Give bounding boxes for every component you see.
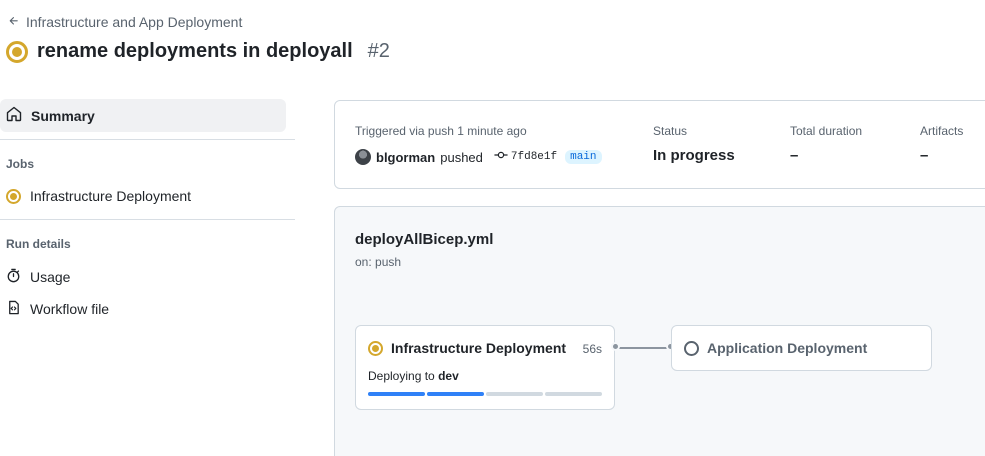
job-header: Infrastructure Deployment	[368, 340, 566, 356]
push-action: pushed	[440, 149, 483, 165]
sidebar-item-infrastructure-deployment[interactable]: Infrastructure Deployment	[6, 188, 191, 204]
run-title: rename deployments in deployall	[37, 40, 353, 62]
run-details-section-label: Run details	[6, 237, 71, 251]
workflow-trigger: on: push	[355, 255, 402, 269]
progress-segment	[545, 392, 602, 396]
sidebar-divider	[0, 139, 295, 140]
user-link[interactable]: blgorman	[376, 150, 435, 165]
duration-value: –	[790, 147, 799, 164]
sidebar-item-summary[interactable]: Summary	[0, 99, 286, 132]
queued-status-icon	[684, 340, 699, 356]
back-link[interactable]: Infrastructure and App Deployment	[8, 14, 242, 30]
in-progress-status-icon	[368, 340, 383, 356]
job-current-step: Deploying to dev	[368, 369, 459, 383]
job-step-prefix: Deploying to	[368, 369, 435, 383]
git-commit-icon	[494, 150, 508, 164]
progress-segment	[427, 392, 484, 396]
commit-sha: 7fd8e1f	[510, 151, 558, 163]
job-dependency-connector	[611, 342, 675, 351]
duration-label: Total duration	[790, 124, 863, 138]
job-node-application-deployment[interactable]: Application Deployment	[671, 325, 932, 371]
home-icon	[6, 106, 22, 125]
sidebar-item-usage-label: Usage	[30, 269, 71, 285]
sidebar-divider	[0, 219, 295, 220]
sidebar-item-workflow-file[interactable]: Workflow file	[6, 300, 109, 318]
arrow-left-icon	[8, 14, 20, 30]
artifacts-value: –	[920, 147, 929, 164]
sidebar-item-workflow-file-label: Workflow file	[30, 301, 110, 317]
job-progress-bar	[368, 392, 602, 396]
avatar[interactable]	[355, 149, 371, 165]
job-header: Application Deployment	[684, 340, 867, 356]
job-name: Application Deployment	[707, 340, 868, 356]
branch-badge[interactable]: main	[565, 150, 602, 164]
jobs-section-label: Jobs	[6, 157, 35, 171]
job-duration: 56s	[582, 342, 602, 356]
file-code-icon	[6, 300, 21, 318]
in-progress-status-icon	[6, 188, 21, 204]
job-name: Infrastructure Deployment	[391, 340, 567, 356]
progress-segment	[368, 392, 425, 396]
workflow-graph: deployAllBicep.yml on: push Infrastructu…	[334, 206, 985, 456]
sidebar-item-usage[interactable]: Usage	[6, 268, 70, 286]
progress-segment	[486, 392, 543, 396]
job-node-infrastructure-deployment[interactable]: Infrastructure Deployment 56s Deploying …	[355, 325, 615, 410]
workflow-file-name[interactable]: deployAllBicep.yml	[355, 231, 493, 248]
sidebar-item-summary-label: Summary	[31, 107, 95, 124]
sidebar-job-label: Infrastructure Deployment	[30, 188, 192, 204]
connector-start-dot	[611, 342, 620, 351]
status-label: Status	[653, 124, 688, 138]
page-title: rename deployments in deployall #2	[6, 40, 390, 63]
stopwatch-icon	[6, 268, 21, 286]
status-value: In progress	[653, 147, 735, 164]
trigger-details: blgorman pushed 7fd8e1f main	[355, 149, 602, 165]
trigger-label: Triggered via push 1 minute ago	[355, 124, 527, 138]
run-number: #2	[367, 40, 390, 62]
run-summary-card: Triggered via push 1 minute ago blgorman…	[334, 100, 985, 189]
commit-link[interactable]: 7fd8e1f	[494, 150, 557, 164]
back-link-label: Infrastructure and App Deployment	[26, 14, 243, 30]
artifacts-label: Artifacts	[920, 124, 964, 138]
in-progress-status-icon	[6, 40, 28, 63]
job-step-env: dev	[438, 369, 459, 383]
